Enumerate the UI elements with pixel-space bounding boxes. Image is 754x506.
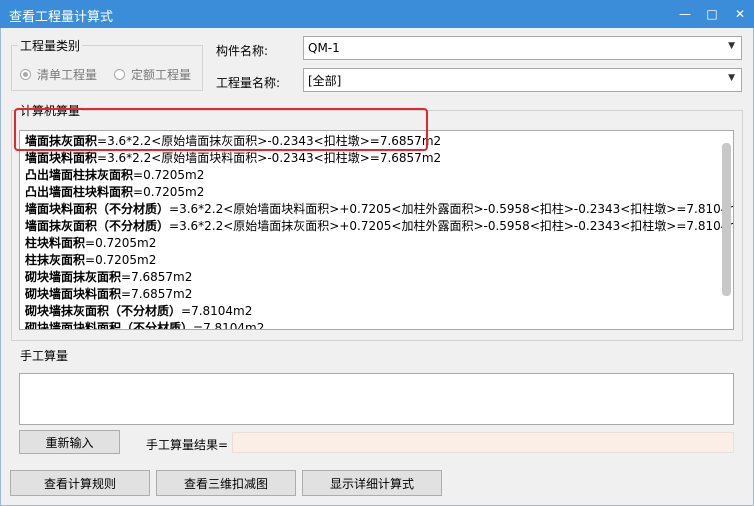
reenter-button[interactable]: 重新输入 bbox=[19, 430, 120, 454]
radio-list-quantity[interactable]: 清单工程量 bbox=[20, 66, 97, 83]
calc-line: 墙面抹灰面积（不分材质）=3.6*2.2<原始墙面抹灰面积>+0.7205<加柱… bbox=[25, 219, 734, 233]
minimize-button[interactable]: — bbox=[671, 0, 699, 28]
radio-list-label: 清单工程量 bbox=[37, 68, 98, 82]
manual-result-field bbox=[232, 432, 734, 453]
calc-line: 砌块墙面块料面积（不分材质）=7.8104m2 bbox=[25, 321, 265, 330]
title-bar: 查看工程量计算式 — □ ✕ bbox=[0, 0, 754, 28]
radio-quota-quantity[interactable]: 定额工程量 bbox=[114, 66, 191, 83]
calc-line: 砌块墙面抹灰面积=7.6857m2 bbox=[25, 270, 193, 284]
view-rules-button[interactable]: 查看计算规则 bbox=[10, 470, 150, 496]
component-name-value: QM-1 bbox=[308, 41, 340, 55]
quantity-name-label: 工程量名称: bbox=[216, 76, 281, 90]
calc-line: 砌块墙面块料面积=7.6857m2 bbox=[25, 287, 193, 301]
calc-line: 柱块料面积=0.7205m2 bbox=[25, 236, 157, 250]
radio-quota-label: 定额工程量 bbox=[131, 68, 192, 82]
calc-line: 凸出墙面柱抹灰面积=0.7205m2 bbox=[25, 168, 205, 182]
show-detail-button[interactable]: 显示详细计算式 bbox=[302, 470, 442, 496]
calc-scrollbar[interactable] bbox=[722, 143, 731, 296]
window-title: 查看工程量计算式 bbox=[9, 10, 114, 25]
quantity-name-value: [全部] bbox=[308, 73, 342, 88]
highlight-annotation bbox=[14, 108, 428, 151]
calc-line: 柱抹灰面积=0.7205m2 bbox=[25, 253, 157, 267]
manual-result-label: 手工算量结果= bbox=[146, 438, 229, 452]
quantity-name-combo[interactable]: [全部] ▼ bbox=[303, 68, 742, 92]
chevron-down-icon: ▼ bbox=[728, 73, 735, 83]
chevron-down-icon: ▼ bbox=[728, 41, 735, 51]
maximize-button[interactable]: □ bbox=[698, 0, 726, 28]
manual-group-label: 手工算量 bbox=[20, 349, 69, 363]
calc-text-area[interactable]: 墙面抹灰面积=3.6*2.2<原始墙面抹灰面积>-0.2343<扣柱墩>=7.6… bbox=[19, 130, 734, 330]
component-name-label: 构件名称: bbox=[216, 44, 269, 58]
radio-unchecked-icon bbox=[114, 69, 125, 80]
view-3d-button[interactable]: 查看三维扣减图 bbox=[156, 470, 296, 496]
close-button[interactable]: ✕ bbox=[726, 0, 754, 28]
calc-line: 砌块墙抹灰面积（不分材质）=7.8104m2 bbox=[25, 304, 253, 318]
calc-line: 墙面块料面积（不分材质）=3.6*2.2<原始墙面块料面积>+0.7205<加柱… bbox=[25, 202, 734, 216]
calc-line: 墙面块料面积=3.6*2.2<原始墙面块料面积>-0.2343<扣柱墩>=7.6… bbox=[25, 151, 442, 165]
component-name-combo[interactable]: QM-1 ▼ bbox=[303, 36, 742, 60]
radio-checked-icon bbox=[20, 69, 31, 80]
manual-input-area[interactable] bbox=[19, 373, 734, 425]
category-group-label: 工程量类别 bbox=[18, 37, 83, 54]
calc-line: 凸出墙面柱块料面积=0.7205m2 bbox=[25, 185, 205, 199]
